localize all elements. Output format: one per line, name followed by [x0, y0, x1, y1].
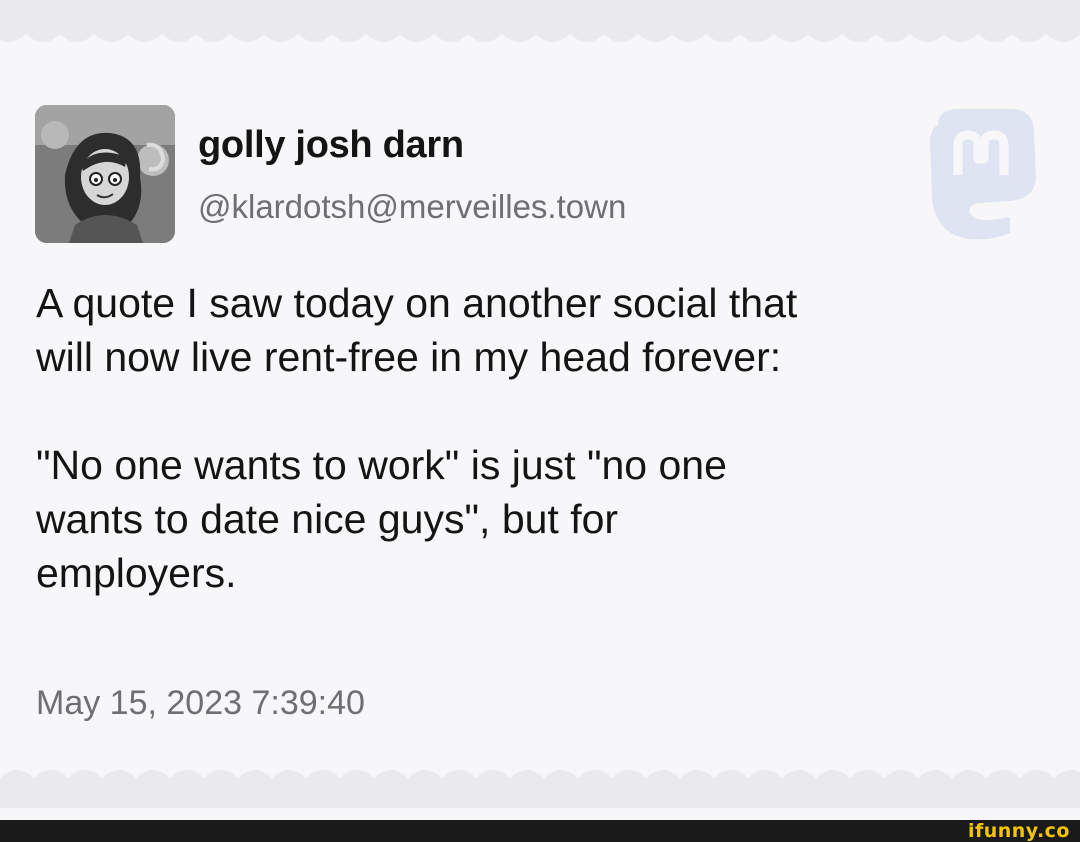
- mastodon-logo-icon: [930, 109, 1036, 240]
- watermark-bar: ifunny.co: [0, 820, 1080, 842]
- post-paragraph-2: "No one wants to work" is just "no one w…: [36, 442, 727, 596]
- wavy-top-edge: [0, 0, 1080, 42]
- post-paragraph-1: A quote I saw today on another social th…: [36, 280, 798, 380]
- display-name[interactable]: golly josh darn: [198, 124, 464, 167]
- post-body: A quote I saw today on another social th…: [36, 276, 1046, 600]
- cartoon-character-avatar-icon: [35, 105, 175, 243]
- wavy-bottom-edge: [0, 770, 1080, 808]
- post-timestamp[interactable]: May 15, 2023 7:39:40: [36, 684, 365, 723]
- avatar[interactable]: [35, 105, 175, 243]
- ifunny-watermark: ifunny.co: [967, 820, 1070, 842]
- post-card: golly josh darn @klardotsh@merveilles.to…: [0, 0, 1080, 820]
- user-handle[interactable]: @klardotsh@merveilles.town: [198, 188, 626, 226]
